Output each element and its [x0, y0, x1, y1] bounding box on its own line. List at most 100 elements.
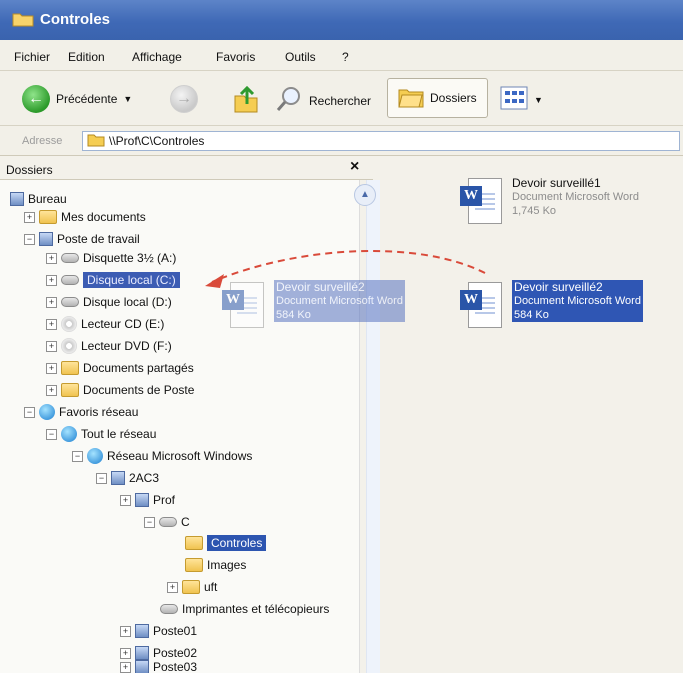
folders-button[interactable]: Dossiers [387, 78, 488, 118]
tree-item-controles[interactable]: Controles [185, 532, 267, 554]
folder-icon [185, 558, 203, 572]
tree-item-label: Disque local (C:) [83, 272, 180, 288]
menu-affichage[interactable]: Affichage [132, 50, 182, 64]
tree-item-disquette[interactable]: + Disquette 3½ (A:) [46, 247, 176, 269]
tree-item-disque-d[interactable]: + Disque local (D:) [46, 291, 172, 313]
tree-item-poste01[interactable]: + Poste01 [120, 620, 197, 642]
tree-item-images[interactable]: Images [185, 554, 246, 576]
file-type: Document Microsoft Word [276, 295, 403, 307]
back-label: Précédente [56, 92, 118, 106]
tree-item-disque-c[interactable]: + Disque local (C:) [46, 269, 180, 291]
menu-help[interactable]: ? [342, 50, 349, 64]
workgroup-icon [111, 471, 125, 485]
tree-item-label: Tout le réseau [81, 427, 157, 441]
word-document-icon: W [460, 176, 504, 226]
word-document-icon: W [460, 280, 504, 330]
expand-icon[interactable]: + [120, 661, 131, 673]
expand-icon[interactable]: + [24, 211, 35, 223]
menu-favoris[interactable]: Favoris [216, 50, 255, 64]
file-devoir-1[interactable]: W Devoir surveillé1 Document Microsoft W… [460, 176, 639, 226]
tree-item-favoris-reseau[interactable]: − Favoris réseau [24, 401, 138, 423]
tree-item-documents-partages[interactable]: + Documents partagés [46, 357, 194, 379]
file-size: 584 Ko [276, 309, 311, 321]
expand-icon[interactable]: + [46, 384, 57, 396]
up-folder-button[interactable] [232, 84, 260, 117]
search-button[interactable]: Rechercher [275, 85, 371, 116]
expand-icon[interactable]: + [46, 252, 57, 264]
close-icon[interactable]: × [350, 158, 359, 176]
tree-item-documents-de-poste[interactable]: + Documents de Poste [46, 379, 194, 401]
expand-icon[interactable]: + [167, 581, 178, 593]
file-type: Document Microsoft Word [514, 295, 641, 307]
windows-network-icon [87, 448, 103, 464]
collapse-icon[interactable]: − [144, 516, 155, 528]
collapse-icon[interactable]: − [46, 428, 57, 440]
tree-scrollbar[interactable] [366, 180, 380, 673]
tree-item-reseau-microsoft[interactable]: − Réseau Microsoft Windows [72, 445, 252, 467]
expand-icon[interactable]: + [46, 318, 57, 330]
tree-item-label: 2AC3 [129, 471, 160, 485]
expand-icon[interactable]: + [46, 340, 57, 352]
menu-outils[interactable]: Outils [285, 50, 316, 64]
folder-open-icon [185, 536, 203, 550]
scroll-up-icon[interactable]: ▲ [354, 184, 376, 206]
forward-arrow-icon: → [170, 85, 198, 113]
menu-edition[interactable]: Edition [68, 50, 105, 64]
collapse-icon[interactable]: − [72, 450, 83, 462]
word-document-icon: W [222, 280, 266, 330]
expand-icon[interactable]: + [120, 625, 131, 637]
title-bar: Controles [0, 0, 683, 40]
expand-icon[interactable]: + [46, 274, 57, 286]
collapse-icon[interactable]: − [24, 406, 35, 418]
folders-pane-header: Dossiers × [0, 158, 373, 180]
tree-item-label: Bureau [28, 192, 67, 206]
file-devoir-2-drag-ghost: W Devoir surveillé2 Document Microsoft W… [222, 280, 405, 330]
dvd-icon [61, 338, 77, 354]
file-type: Document Microsoft Word [512, 191, 639, 203]
search-icon [275, 85, 303, 116]
folder-up-icon [232, 84, 260, 117]
hard-drive-icon [61, 297, 79, 307]
computer-icon [135, 660, 149, 673]
file-size: 1,745 Ko [512, 205, 557, 217]
expand-icon[interactable]: + [46, 362, 57, 374]
address-bar: Adresse \\Prof\C\Controles [0, 126, 683, 156]
menu-fichier[interactable]: Fichier [14, 50, 50, 64]
file-devoir-2[interactable]: W Devoir surveillé2 Document Microsoft W… [460, 280, 643, 330]
expand-icon[interactable]: + [120, 494, 131, 506]
tree-item-label: Favoris réseau [59, 405, 139, 419]
folder-icon [182, 580, 200, 594]
file-name: Devoir surveillé1 [512, 176, 601, 190]
folder-icon [12, 11, 34, 27]
tree-item-label: Disquette 3½ (A:) [83, 251, 177, 265]
tree-item-c[interactable]: − C [144, 511, 190, 533]
tree-item-label: Lecteur DVD (F:) [81, 339, 172, 353]
cd-icon [61, 316, 77, 332]
address-label: Adresse [22, 135, 63, 147]
tree-item-2ac3[interactable]: − 2AC3 [96, 467, 159, 489]
computer-icon [135, 624, 149, 638]
chevron-down-icon[interactable]: ▼ [123, 94, 132, 104]
folders-icon [398, 86, 424, 111]
collapse-icon[interactable]: − [96, 472, 107, 484]
tree-item-mes-documents[interactable]: + Mes documents [24, 206, 146, 228]
forward-button[interactable]: → [170, 85, 198, 113]
address-input[interactable]: \\Prof\C\Controles [82, 131, 680, 151]
tree-item-label: Prof [153, 493, 176, 507]
expand-icon[interactable]: + [46, 296, 57, 308]
views-button[interactable]: ▼ [500, 86, 543, 113]
tree-item-lecteur-dvd[interactable]: + Lecteur DVD (F:) [46, 335, 172, 357]
file-name: Devoir surveillé2 [276, 280, 365, 294]
collapse-icon[interactable]: − [24, 233, 35, 245]
tree-item-poste03[interactable]: + Poste03 [120, 656, 197, 673]
folder-icon [39, 210, 57, 224]
tree-item-label: Imprimantes et télécopieurs [182, 602, 330, 616]
back-arrow-icon: ← [22, 85, 50, 113]
tree-item-lecteur-cd[interactable]: + Lecteur CD (E:) [46, 313, 164, 335]
chevron-down-icon[interactable]: ▼ [534, 95, 543, 105]
tree-item-tout-le-reseau[interactable]: − Tout le réseau [46, 423, 156, 445]
tree-item-uft[interactable]: + uft [167, 576, 217, 598]
tree-item-imprimantes[interactable]: Imprimantes et télécopieurs [160, 598, 329, 620]
back-button[interactable]: ← Précédente ▼ [22, 85, 132, 113]
tree-item-prof[interactable]: + Prof [120, 489, 175, 511]
